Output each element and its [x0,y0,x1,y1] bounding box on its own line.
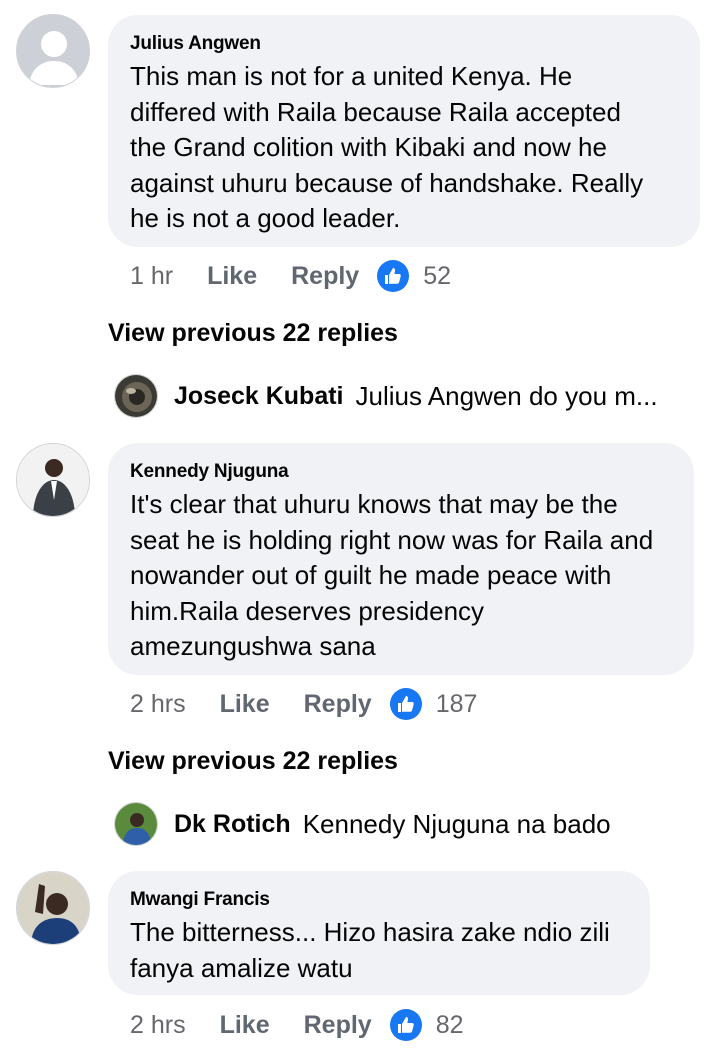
reply-author[interactable]: Joseck Kubati [174,382,344,411]
comment-time[interactable]: 2 hrs [130,690,186,719]
comment-line: the Grand colition with Kibaki and now h… [130,132,607,162]
like-reaction-icon[interactable] [377,260,410,292]
like-reaction-icon[interactable] [389,1009,422,1041]
reaction-count[interactable]: 82 [436,1011,464,1040]
comment-bubble: Mwangi Francis The bitterness... Hizo ha… [108,871,650,995]
comment-actions: 2 hrs Like Reply 187 [130,686,477,722]
reaction-count[interactable]: 187 [436,690,478,719]
comment-line: he is not a good leader. [130,203,401,233]
comment-author[interactable]: Julius Angwen [130,33,678,55]
like-button[interactable]: Like [207,262,257,291]
comment-author[interactable]: Kennedy Njuguna [130,461,672,483]
comment-text: It's clear that uhuru knows that may be … [130,487,672,665]
reply-button[interactable]: Reply [304,690,372,719]
avatar-dk-rotich[interactable] [114,802,158,846]
avatar-kennedy-njuguna[interactable] [16,443,90,517]
like-reaction-icon[interactable] [389,688,422,720]
reply-button[interactable]: Reply [304,1011,372,1040]
reply-preview[interactable]: Dk Rotich Kennedy Njuguna na bado [114,801,611,847]
avatar-mwangi-francis[interactable] [16,871,90,945]
reply-author[interactable]: Dk Rotich [174,810,291,839]
comment-time[interactable]: 1 hr [130,262,173,291]
comment-bubble: Julius Angwen This man is not for a unit… [108,15,700,247]
reaction-count[interactable]: 52 [423,262,451,291]
reply-text: Kennedy Njuguna na bado [302,808,611,839]
default-profile-icon [17,15,89,87]
comment-time[interactable]: 2 hrs [130,1011,186,1040]
comment-text: This man is not for a united Kenya. He d… [130,59,678,237]
comment-line: him.Raila deserves presidency [130,595,485,626]
like-button[interactable]: Like [220,1011,270,1040]
avatar-joseck-kubati[interactable] [114,374,158,418]
comment-line: seat he is holding right now was for Rai… [130,524,654,555]
avatar-julius-angwen[interactable] [16,14,90,88]
comment-actions: 2 hrs Like Reply 82 [130,1007,464,1043]
comment-author[interactable]: Mwangi Francis [130,889,628,911]
comment-line: against uhuru because of handshake. Real… [130,167,644,198]
comment-line: The bitterness... Hizo hasira zake ndio … [130,917,610,947]
reply-button[interactable]: Reply [291,262,359,291]
view-previous-replies-link[interactable]: View previous 22 replies [108,747,398,776]
comment-line: amezungushwa sana [130,631,376,661]
comment-actions: 1 hr Like Reply 52 [130,258,451,294]
reply-text: Julius Angwen do you m... [355,380,658,411]
comment-line: It's clear that uhuru knows that may be … [130,489,618,519]
comment-line: differed with Raila because Raila accept… [130,96,621,127]
comment-line: This man is not for a united Kenya. He [130,61,573,91]
view-previous-replies-link[interactable]: View previous 22 replies [108,319,398,348]
comment-bubble: Kennedy Njuguna It's clear that uhuru kn… [108,443,694,675]
comment-line: fanya amalize watu [130,952,353,983]
comment-text: The bitterness... Hizo hasira zake ndio … [130,915,628,986]
comment-line: nowander out of guilt he made peace with [130,560,612,590]
reply-preview[interactable]: Joseck Kubati Julius Angwen do you m... [114,373,658,419]
like-button[interactable]: Like [220,690,270,719]
